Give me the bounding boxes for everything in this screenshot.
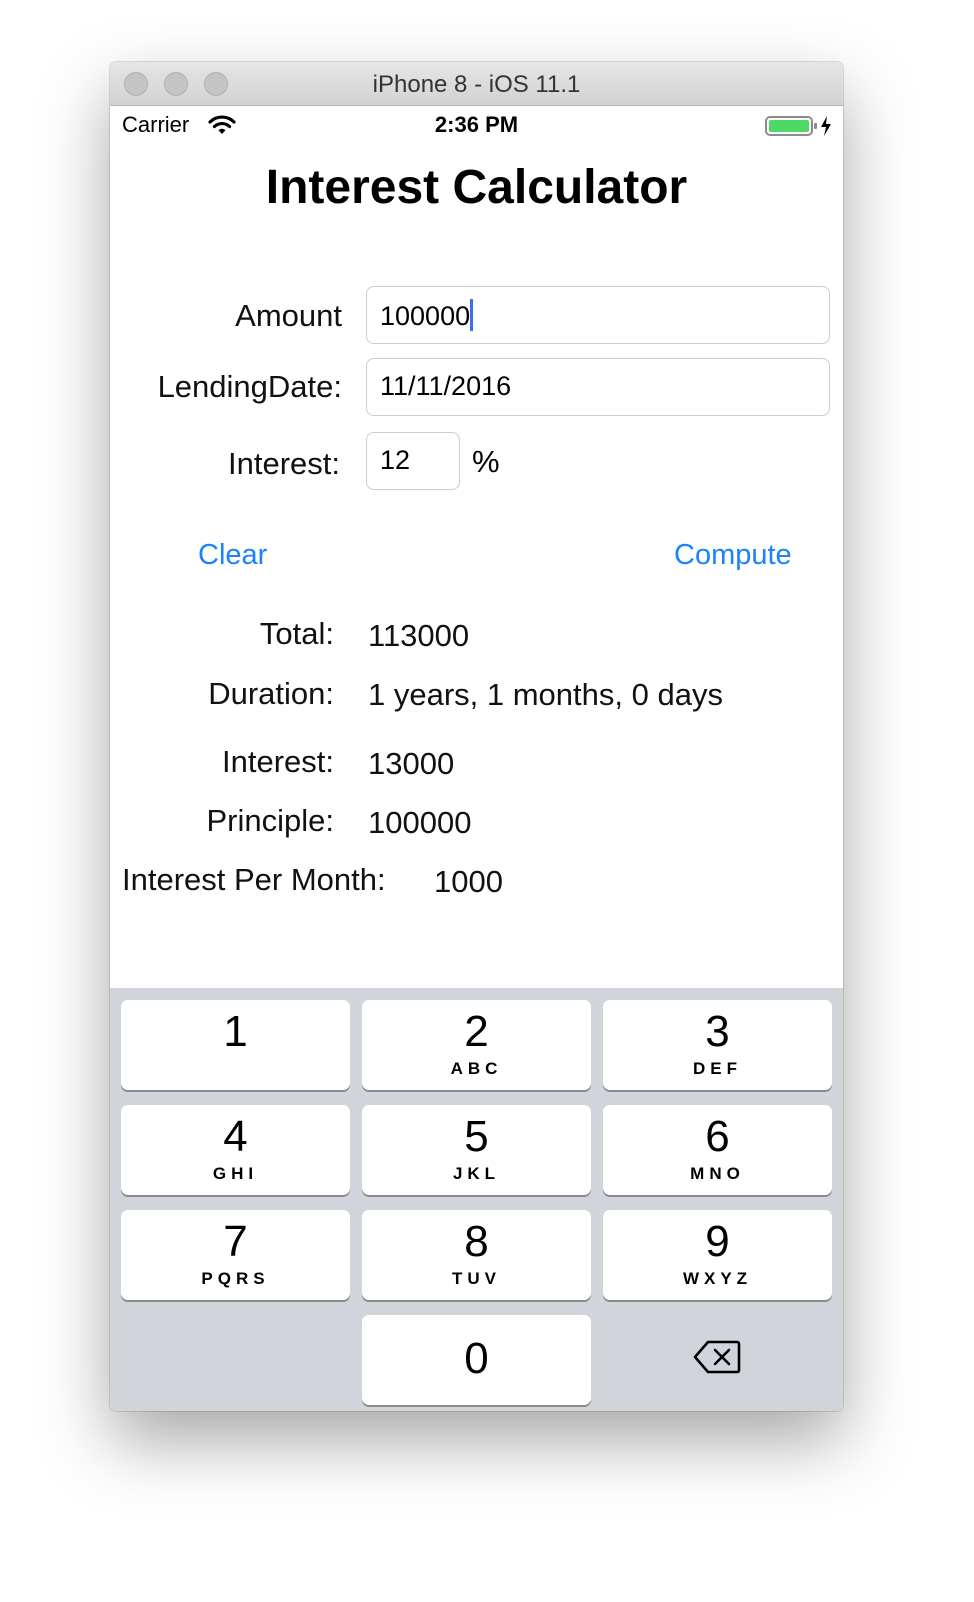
numeric-keypad: 1 2 ABC 3 DEF 4 GHI 5 JKL 6 MNO 7 PQRS 8… <box>110 988 843 1411</box>
app-title: Interest Calculator <box>265 161 688 214</box>
key-4[interactable]: 4 GHI <box>121 1105 350 1195</box>
interest-per-month-label: Interest Per Month: <box>122 862 386 897</box>
key-digit: 0 <box>464 1334 489 1383</box>
duration-label: Duration: <box>208 676 334 711</box>
key-letters: WXYZ <box>682 1269 753 1288</box>
interest-result-value: 13000 <box>368 746 455 781</box>
lending-date-label: LendingDate: <box>157 369 342 404</box>
battery-icon <box>765 116 831 136</box>
key-6[interactable]: 6 MNO <box>603 1105 832 1195</box>
window-title: iPhone 8 - iOS 11.1 <box>372 71 581 98</box>
delete-key[interactable] <box>603 1314 832 1404</box>
key-digit: 7 <box>223 1217 248 1266</box>
percent-sign: % <box>472 444 500 479</box>
key-letters: ABC <box>450 1059 503 1078</box>
amount-label: Amount <box>235 298 342 333</box>
interest-rate-label: Interest: <box>228 446 340 481</box>
amount-input-value: 100000 <box>380 301 471 331</box>
key-digit: 2 <box>464 1007 489 1056</box>
key-8[interactable]: 8 TUV <box>362 1210 591 1300</box>
key-digit: 8 <box>464 1217 489 1266</box>
key-digit: 5 <box>464 1112 489 1161</box>
principle-value: 100000 <box>368 805 472 840</box>
window-titlebar: iPhone 8 - iOS 11.1 <box>110 62 843 106</box>
key-letters: TUV <box>452 1269 501 1288</box>
compute-button[interactable]: Compute <box>674 539 792 572</box>
lending-date-input[interactable]: 11/11/2016 <box>366 358 830 416</box>
key-0[interactable]: 0 <box>362 1315 591 1405</box>
key-letters: MNO <box>690 1164 745 1183</box>
key-digit: 9 <box>705 1217 730 1266</box>
key-digit: 3 <box>705 1007 730 1056</box>
key-digit: 4 <box>223 1112 248 1161</box>
key-2[interactable]: 2 ABC <box>362 1000 591 1090</box>
key-5[interactable]: 5 JKL <box>362 1105 591 1195</box>
key-9[interactable]: 9 WXYZ <box>603 1210 832 1300</box>
duration-value: 1 years, 1 months, 0 days <box>368 677 723 712</box>
text-cursor <box>470 299 474 331</box>
ios-status-bar: Carrier 2:36 PM <box>110 106 843 146</box>
key-3[interactable]: 3 DEF <box>603 1000 832 1090</box>
key-digit: 6 <box>705 1112 730 1161</box>
delete-backspace-icon <box>693 1340 741 1374</box>
interest-per-month-value: 1000 <box>434 864 503 899</box>
simulator-window: iPhone 8 - iOS 11.1 Carrier 2:36 PM Inte… <box>110 62 843 1411</box>
interest-result-label: Interest: <box>222 744 334 779</box>
key-letters: JKL <box>452 1164 501 1183</box>
key-letters: PQRS <box>201 1269 270 1288</box>
key-letters: GHI <box>212 1164 259 1183</box>
status-time: 2:36 PM <box>434 112 519 137</box>
clear-button[interactable]: Clear <box>198 539 267 572</box>
amount-input[interactable]: 100000 <box>366 286 830 344</box>
total-value: 113000 <box>368 618 470 653</box>
key-1[interactable]: 1 <box>121 1000 350 1090</box>
key-7[interactable]: 7 PQRS <box>121 1210 350 1300</box>
principle-label: Principle: <box>206 803 335 838</box>
charging-bolt-icon <box>821 116 831 136</box>
total-label: Total: <box>259 616 334 651</box>
key-letters: DEF <box>693 1059 742 1078</box>
interest-rate-input[interactable]: 12 <box>366 432 460 490</box>
key-digit: 1 <box>223 1007 248 1056</box>
